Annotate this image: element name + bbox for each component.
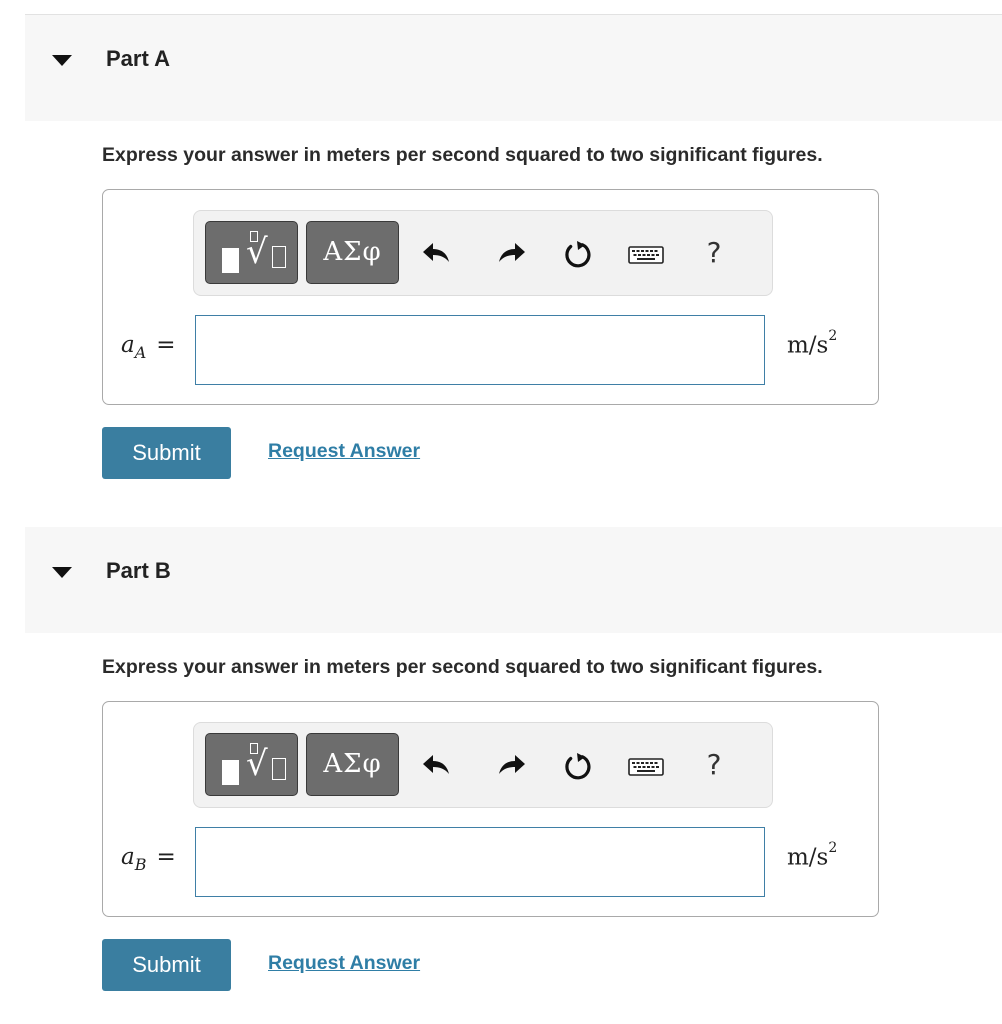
keyboard-button[interactable]	[626, 745, 664, 785]
undo-arrow-icon	[423, 755, 449, 774]
request-answer-link[interactable]: Request Answer	[268, 440, 420, 463]
template-square-icon	[222, 760, 239, 785]
part-b-instruction: Express your answer in meters per second…	[102, 656, 823, 678]
keyboard-icon	[628, 246, 664, 264]
redo-button[interactable]	[492, 745, 528, 785]
reset-button[interactable]	[560, 745, 596, 785]
part-b-title[interactable]: Part B	[106, 558, 171, 584]
template-square-icon	[222, 248, 239, 273]
reset-circular-arrow-icon	[565, 753, 591, 780]
reset-button[interactable]	[560, 233, 596, 273]
part-a-answer-panel: √ ΑΣφ ? aA = m/s2	[102, 189, 879, 405]
variable-label: aA =	[121, 332, 176, 362]
redo-arrow-icon	[499, 243, 525, 262]
keyboard-button[interactable]	[626, 233, 664, 273]
submit-button[interactable]: Submit	[102, 939, 231, 991]
equals-sign: =	[156, 844, 176, 870]
math-toolbar: √ ΑΣφ ?	[193, 722, 773, 808]
radicand-box-icon	[272, 246, 286, 268]
request-answer-link[interactable]: Request Answer	[268, 952, 420, 975]
units-label: m/s2	[787, 840, 837, 871]
root-index-box-icon	[250, 231, 258, 242]
units-base: m/s	[787, 844, 829, 871]
help-button[interactable]: ?	[694, 743, 734, 787]
collapse-caret-icon[interactable]	[52, 55, 72, 66]
variable-subscript: A	[134, 343, 147, 362]
undo-button[interactable]	[420, 233, 456, 273]
part-b-section: Part B Express your answer in meters per…	[0, 527, 1002, 1018]
keyboard-icon	[628, 758, 664, 776]
units-exponent: 2	[828, 328, 838, 344]
submit-button[interactable]: Submit	[102, 427, 231, 479]
math-toolbar: √ ΑΣφ ?	[193, 210, 773, 296]
part-b-answer-panel: √ ΑΣφ ? aB = m/s2	[102, 701, 879, 917]
root-index-box-icon	[250, 743, 258, 754]
variable-symbol: a	[121, 844, 135, 870]
symbols-button[interactable]: ΑΣφ	[306, 733, 399, 796]
templates-button[interactable]: √	[205, 221, 298, 284]
reset-circular-arrow-icon	[565, 241, 591, 268]
variable-symbol: a	[121, 332, 135, 358]
collapse-caret-icon[interactable]	[52, 567, 72, 578]
answer-input[interactable]	[195, 827, 765, 897]
undo-arrow-icon	[423, 243, 449, 262]
variable-label: aB =	[121, 844, 176, 874]
units-base: m/s	[787, 332, 829, 359]
help-button[interactable]: ?	[694, 231, 734, 275]
part-a-title[interactable]: Part A	[106, 46, 170, 72]
part-b-header[interactable]	[25, 527, 1002, 633]
templates-button[interactable]: √	[205, 733, 298, 796]
units-label: m/s2	[787, 328, 837, 359]
part-a-instruction: Express your answer in meters per second…	[102, 144, 823, 166]
symbols-label: ΑΣφ	[323, 749, 382, 779]
answer-input[interactable]	[195, 315, 765, 385]
symbols-label: ΑΣφ	[323, 237, 382, 267]
equals-sign: =	[156, 332, 176, 358]
part-a-header[interactable]	[25, 15, 1002, 121]
redo-button[interactable]	[492, 233, 528, 273]
symbols-button[interactable]: ΑΣφ	[306, 221, 399, 284]
part-a-section: Part A Express your answer in meters per…	[0, 15, 1002, 506]
variable-subscript: B	[134, 855, 147, 874]
redo-arrow-icon	[499, 755, 525, 774]
radicand-box-icon	[272, 758, 286, 780]
undo-button[interactable]	[420, 745, 456, 785]
units-exponent: 2	[828, 840, 838, 856]
page: Part A Express your answer in meters per…	[0, 0, 1002, 1024]
